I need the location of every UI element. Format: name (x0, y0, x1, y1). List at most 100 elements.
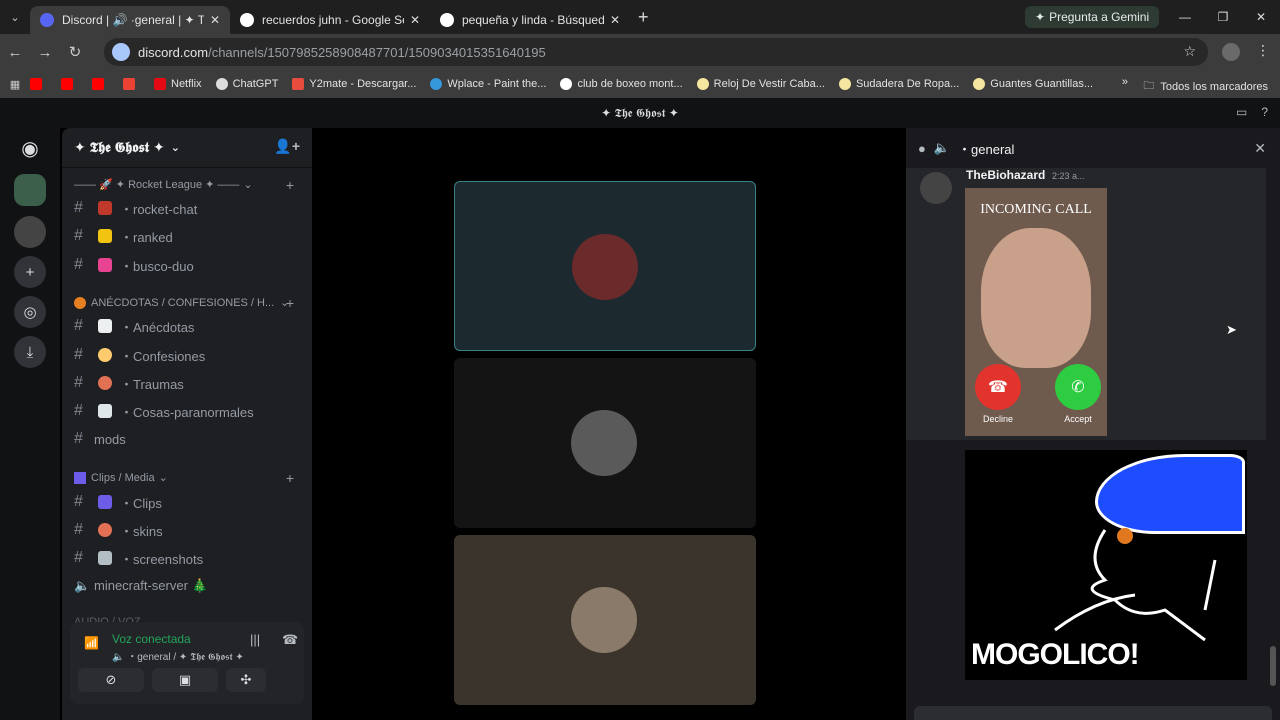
bookmark-y2mate[interactable]: Y2mate - Descargar... (292, 78, 416, 90)
channel-skins[interactable]: # ・skins (74, 517, 300, 543)
youtube-bookmark-icon[interactable] (61, 78, 78, 90)
bookmark-sudadera[interactable]: Sudadera De Ropa... (838, 78, 959, 90)
bookmark-guantes[interactable]: Guantes Guantillas... (973, 78, 1093, 90)
disconnect-icon[interactable]: ☎ (282, 632, 298, 648)
caller-face (981, 228, 1091, 368)
noise-suppression-icon[interactable]: ||| (250, 632, 260, 647)
add-channel-icon[interactable]: + (286, 295, 294, 311)
bookmark-wplace[interactable]: Wplace - Paint the... (430, 78, 546, 90)
activities-icon: ✣ (240, 672, 252, 687)
channel-anecdotas[interactable]: # ・Anécdotas (74, 313, 300, 339)
discord-home-icon[interactable]: ◉ (14, 132, 46, 164)
hash-icon: # (74, 256, 83, 273)
new-tab-icon[interactable]: + (638, 7, 649, 28)
inbox-icon[interactable]: ▭ (1236, 105, 1247, 119)
add-server-icon[interactable]: + (14, 256, 46, 288)
speaker-icon: 🔈 (933, 140, 951, 155)
chat-header: ● 🔈 ・general ✕ (906, 128, 1280, 168)
maximize-icon[interactable]: ❐ (1204, 0, 1242, 34)
close-chat-icon[interactable]: ✕ (1254, 140, 1266, 157)
help-icon[interactable]: ? (1261, 105, 1268, 119)
tab-busqueda[interactable]: pequeña y linda - Búsqueda de ✕ (430, 6, 630, 34)
emoji-icon (74, 471, 86, 484)
channel-cosas-paranormales[interactable]: # ・Cosas-paranormales (74, 398, 300, 424)
channel-rocket-chat[interactable]: # ・rocket-chat (74, 195, 300, 221)
chat-scrollbar[interactable] (1270, 646, 1276, 686)
close-tab-icon[interactable]: ✕ (410, 13, 420, 27)
category-clips-media[interactable]: Clips / Media ⌄ + (74, 470, 300, 486)
meme-image[interactable]: MOGOLICO! (965, 450, 1247, 680)
all-bookmarks-folder[interactable]: 🗀 Todos los marcadores (1143, 77, 1268, 96)
minimize-icon[interactable]: — (1166, 0, 1204, 34)
signal-icon[interactable]: 📶 (84, 636, 99, 650)
channel-ranked[interactable]: # ・ranked (74, 223, 300, 249)
message-author[interactable]: TheBiohazard (966, 168, 1045, 182)
accept-call-icon: ✆ (1055, 364, 1101, 410)
forward-icon[interactable]: → (30, 44, 60, 61)
camera-off-icon: ⊘ (105, 672, 117, 687)
globe-icon (430, 78, 443, 90)
google-favicon-icon (240, 13, 254, 27)
participant-tile-3[interactable] (454, 535, 756, 705)
google-favicon-icon (440, 13, 454, 27)
invite-people-icon[interactable]: 👤+ (274, 138, 300, 155)
category-rocket-league[interactable]: —— 🚀 ✦ Rocket League ✦ —— ⌄ + (74, 177, 300, 193)
more-bookmarks-icon[interactable]: » (1122, 76, 1128, 88)
close-tab-icon[interactable]: ✕ (210, 13, 220, 27)
reload-icon[interactable]: ↻ (60, 43, 90, 61)
book-emoji-icon (98, 319, 112, 333)
bookmark-reloj[interactable]: Reloj De Vestir Caba... (696, 78, 825, 90)
channel-mods[interactable]: # mods (74, 426, 300, 452)
youtube-bookmark-icon[interactable] (92, 78, 109, 90)
camera-emoji-icon (98, 551, 112, 565)
server-icon-ghost[interactable] (14, 174, 46, 206)
server-icon-other[interactable] (14, 216, 46, 248)
channel-traumas[interactable]: # ・Traumas (74, 370, 300, 396)
add-channel-icon[interactable]: + (286, 177, 294, 193)
back-icon[interactable]: ← (0, 44, 30, 61)
channel-screenshots[interactable]: # ・screenshots (74, 545, 300, 571)
activities-button[interactable]: ✣ (226, 668, 266, 692)
channel-clips[interactable]: # ・Clips (74, 489, 300, 515)
add-channel-icon[interactable]: + (286, 470, 294, 486)
bookmark-club-boxeo[interactable]: club de boxeo mont... (560, 78, 683, 90)
chrome-menu-icon[interactable]: ⋮ (1256, 42, 1270, 59)
meme-caption: MOGOLICO! (971, 638, 1140, 671)
screen-share-icon: ▣ (178, 672, 192, 687)
tab-google-search[interactable]: recuerdos juhn - Google Search ✕ (230, 6, 430, 34)
channel-busco-duo[interactable]: # ・busco-duo (74, 252, 300, 278)
channel-confesiones[interactable]: # ・Confesiones (74, 342, 300, 368)
tab-search-icon[interactable]: ⌄ (0, 11, 30, 24)
camera-off-button[interactable]: ⊘ (78, 668, 144, 692)
hash-icon: # (74, 199, 83, 216)
participant-avatar (572, 234, 638, 300)
youtube-bookmark-icon[interactable] (30, 78, 47, 90)
screen-share-button[interactable]: ▣ (152, 668, 218, 692)
download-icon[interactable]: ⤓ (14, 336, 46, 368)
site-info-icon[interactable] (112, 43, 130, 61)
bookmark-netflix[interactable]: Netflix (154, 78, 202, 90)
chat-input[interactable] (914, 706, 1272, 720)
apps-grid-icon[interactable]: ▦ (0, 78, 30, 91)
incoming-call-image[interactable]: INCOMING CALL ☎ ✆ Decline Accept (965, 188, 1107, 436)
url-input[interactable]: discord.com /channels/150798525890848770… (104, 38, 1208, 66)
gemini-button[interactable]: ✦ Pregunta a Gemini (1025, 6, 1160, 28)
voice-channel-label[interactable]: 🔈 ・general / ✦ 𝕿𝖍𝖊 𝕲𝖍𝖔𝖘𝖙 ✦ (112, 648, 244, 663)
avatar[interactable] (920, 172, 952, 204)
category-anecdotas[interactable]: ANÉCDOTAS / CONFESIONES / H... ⌄ + (74, 295, 300, 311)
participant-tile-2[interactable] (454, 358, 756, 528)
channel-minecraft-server[interactable]: 🔈 minecraft-server 🎄 (74, 573, 300, 599)
tab-discord[interactable]: Discord | 🔊 ·general | ✦ The G ✕ (30, 6, 230, 34)
bookmark-star-icon[interactable]: ☆ (1183, 43, 1196, 60)
close-tab-icon[interactable]: ✕ (610, 13, 620, 27)
guild-header[interactable]: ✦ 𝕿𝖍𝖊 𝕲𝖍𝖔𝖘𝖙 ✦ ⌄ 👤+ (62, 128, 312, 168)
emoji-icon (74, 296, 86, 309)
bookmark-chatgpt[interactable]: ChatGPT (215, 78, 278, 90)
participant-avatar (571, 410, 637, 476)
gmail-bookmark-icon[interactable] (123, 78, 140, 90)
profile-avatar[interactable] (1222, 43, 1240, 61)
discover-icon[interactable]: ◎ (14, 296, 46, 328)
url-host: discord.com (138, 44, 209, 60)
close-window-icon[interactable]: ✕ (1242, 0, 1280, 34)
participant-tile-1[interactable] (454, 181, 756, 351)
